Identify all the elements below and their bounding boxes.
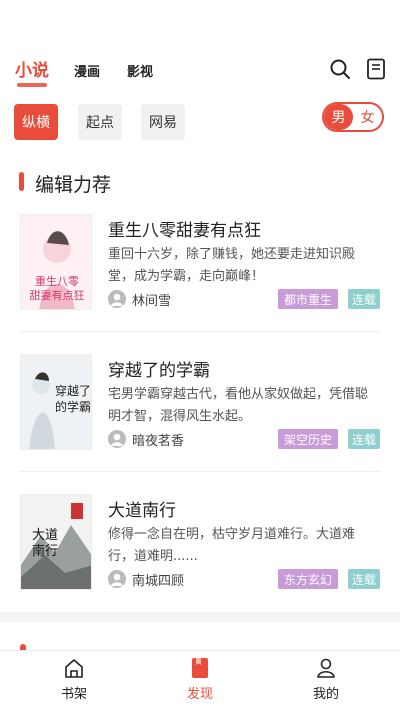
book-list-item[interactable]: 重生八零 甜妻有点狂 重生八零甜妻有点狂 重回十六岁，除了赚钱，她还要走进知识殿… <box>0 214 400 332</box>
book-description: 重回十六岁，除了赚钱，她还要走进知识殿堂，成为学霸，走向巅峰！ <box>108 247 356 284</box>
section-title: 编辑力荐 <box>35 174 112 196</box>
channel-chip-zongheng[interactable]: 纵横 <box>14 104 58 140</box>
bookshelf-icon[interactable] <box>366 58 386 80</box>
book-cover-art: 大道 南行 <box>21 495 91 589</box>
svg-text:穿越了: 穿越了 <box>55 383 91 398</box>
tab-video[interactable]: 影视 <box>127 61 153 80</box>
genre-tag: 架空历史 <box>278 429 338 449</box>
book-author: 南城四顾 <box>132 574 185 589</box>
section-accent-bar <box>19 172 24 191</box>
book-cover[interactable]: 大道 南行 <box>20 494 92 590</box>
author-avatar-icon <box>108 290 126 308</box>
gender-male-option[interactable]: 男 <box>324 104 353 130</box>
book-cover[interactable]: 穿越了 的学霸 <box>20 354 92 450</box>
svg-text:重生八零: 重生八零 <box>35 274 79 288</box>
divider <box>20 331 380 332</box>
bottom-nav-discover[interactable]: 发现 <box>170 657 230 702</box>
book-author: 林间雪 <box>132 294 172 309</box>
book-list-item[interactable]: 大道 南行 大道南行 修得一念自在明，枯守岁月道难行。大道难行，道难明.....… <box>0 494 400 612</box>
book-list-item[interactable]: 穿越了 的学霸 穿越了的学霸 宅男学霸穿越古代，看他从家奴做起，凭借聪明才智，混… <box>0 354 400 472</box>
svg-text:南行: 南行 <box>32 543 58 559</box>
home-icon <box>65 659 83 678</box>
status-tag: 连载 <box>348 289 380 309</box>
bottom-nav-label: 书架 <box>60 687 87 702</box>
user-icon <box>317 658 335 678</box>
book-author: 暗夜茗香 <box>132 434 185 449</box>
top-nav: 小说 漫画 影视 <box>0 52 400 88</box>
book-cover-art: 重生八零 甜妻有点狂 <box>21 215 91 309</box>
author-avatar-icon <box>108 430 126 448</box>
bottom-nav-mine[interactable]: 我的 <box>296 657 356 702</box>
gender-female-option[interactable]: 女 <box>353 104 382 130</box>
status-tag: 连载 <box>348 569 380 589</box>
bottom-nav-label: 发现 <box>186 687 213 702</box>
book-title[interactable]: 重生八零甜妻有点狂 <box>108 216 261 241</box>
tab-comic[interactable]: 漫画 <box>74 61 100 80</box>
book-cover-art: 穿越了 的学霸 <box>21 355 91 449</box>
section-separator <box>0 612 400 622</box>
bottom-nav-label: 我的 <box>312 687 339 702</box>
svg-text:的学霸: 的学霸 <box>55 399 91 414</box>
tab-active-indicator <box>17 83 47 87</box>
bottom-nav-bookshelf[interactable]: 书架 <box>44 657 104 702</box>
svg-text:大道: 大道 <box>32 528 58 543</box>
channel-chip-qidian[interactable]: 起点 <box>78 104 122 140</box>
book-description: 宅男学霸穿越古代，看他从家奴做起，凭借聪明才智，混得风生水起。 <box>108 387 369 424</box>
genre-tag: 东方玄幻 <box>278 569 338 589</box>
book-cover[interactable]: 重生八零 甜妻有点狂 <box>20 214 92 310</box>
book-description: 修得一念自在明，枯守岁月道难行。大道难行，道难明...... <box>108 527 356 564</box>
channel-chip-wangyi[interactable]: 网易 <box>141 104 185 140</box>
status-tag: 连载 <box>348 429 380 449</box>
book-title[interactable]: 穿越了的学霸 <box>108 356 210 381</box>
svg-text:甜妻有点狂: 甜妻有点狂 <box>30 288 85 302</box>
divider <box>20 471 380 472</box>
gender-toggle[interactable]: 男 女 <box>322 102 384 132</box>
search-icon[interactable] <box>329 58 351 80</box>
book-title[interactable]: 大道南行 <box>108 496 176 521</box>
author-avatar-icon <box>108 570 126 588</box>
genre-tag: 都市重生 <box>278 289 338 309</box>
discover-icon <box>192 658 208 678</box>
tab-novel[interactable]: 小说 <box>15 56 49 87</box>
tab-novel-label: 小说 <box>15 61 49 81</box>
bottom-nav: 书架 发现 我的 <box>0 650 400 711</box>
